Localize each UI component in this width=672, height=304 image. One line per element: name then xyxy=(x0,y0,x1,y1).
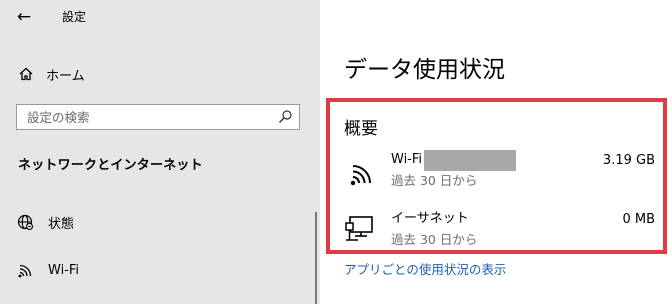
search-box[interactable] xyxy=(16,104,300,130)
sidebar-item-wifi[interactable]: Wi-Fi xyxy=(16,259,79,281)
redacted-ssid xyxy=(424,150,516,171)
back-arrow-icon: ← xyxy=(16,7,32,27)
search-icon[interactable] xyxy=(277,109,293,125)
back-button[interactable]: ← xyxy=(12,6,36,28)
globe-status-icon xyxy=(17,214,34,231)
sidebar-item-label: 状態 xyxy=(48,216,75,232)
usage-amount-ethernet: 0 MB xyxy=(622,212,655,227)
home-icon xyxy=(19,67,33,81)
network-name-ethernet: イーサネット xyxy=(391,211,469,226)
view-usage-per-app-link[interactable]: アプリごとの使用状況の表示 xyxy=(344,261,506,279)
sidebar-item-label: ホーム xyxy=(46,68,85,84)
sidebar-item-home[interactable]: ホーム xyxy=(18,63,85,85)
sidebar-item-status[interactable]: 状態 xyxy=(16,211,74,233)
sidebar-item-label: Wi-Fi xyxy=(48,262,80,278)
app-title: 設定 xyxy=(62,10,87,24)
wifi-icon xyxy=(18,264,32,278)
section-heading: ネットワークとインターネット xyxy=(18,158,203,173)
sidebar: ← 設定 ホーム ネットワークとインターネット 状態 xyxy=(0,0,320,304)
scrollbar[interactable] xyxy=(315,212,317,304)
page-title: データ使用状況 xyxy=(344,57,505,83)
wifi-icon xyxy=(350,165,371,186)
usage-amount-wifi: 3.19 GB xyxy=(602,153,655,168)
network-name-wifi: Wi-Fi xyxy=(391,152,423,167)
ethernet-icon xyxy=(345,216,373,241)
overview-heading: 概要 xyxy=(344,119,378,139)
search-input[interactable] xyxy=(17,105,267,129)
usage-period-ethernet: 過去 30 日から xyxy=(391,232,478,247)
usage-period-wifi: 過去 30 日から xyxy=(391,173,478,188)
